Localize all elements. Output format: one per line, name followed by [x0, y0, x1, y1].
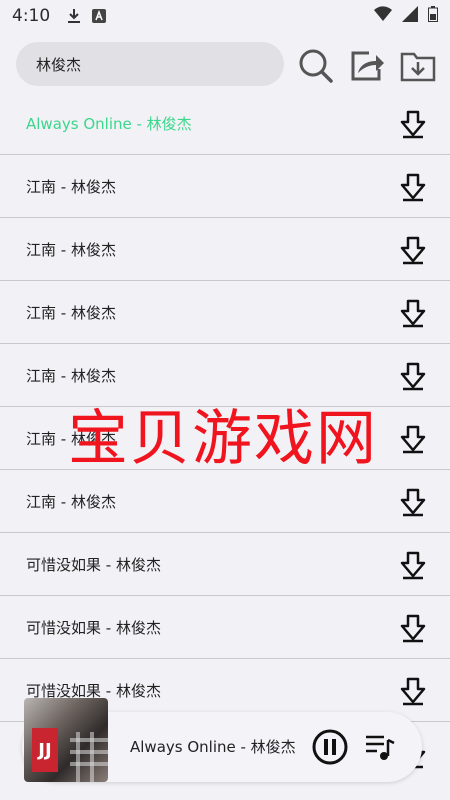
search-icon[interactable]	[296, 46, 336, 86]
download-icon[interactable]	[398, 172, 428, 202]
download-icon[interactable]	[398, 613, 428, 643]
song-title: 江南 - 林俊杰	[26, 177, 116, 196]
song-title: 江南 - 林俊杰	[26, 492, 116, 511]
pause-icon	[312, 729, 348, 765]
mini-player[interactable]: JJ Always Online - 林俊杰	[22, 698, 422, 782]
download-icon[interactable]	[398, 361, 428, 391]
song-title: 江南 - 林俊杰	[26, 303, 116, 322]
download-icon[interactable]	[398, 676, 428, 706]
download-icon	[66, 8, 82, 24]
song-row[interactable]: 可惜没如果 - 林俊杰	[0, 533, 450, 596]
song-row[interactable]: 江南 - 林俊杰	[0, 218, 450, 281]
song-title: 可惜没如果 - 林俊杰	[26, 555, 161, 574]
playlist-icon	[366, 735, 395, 760]
now-playing-title: Always Online - 林俊杰	[130, 738, 296, 756]
signal-icon	[402, 5, 418, 27]
status-bar: 4:10	[0, 0, 450, 32]
share-icon[interactable]	[347, 46, 387, 86]
song-title: Always Online - 林俊杰	[26, 114, 192, 133]
download-icon[interactable]	[398, 109, 428, 139]
song-row[interactable]: 江南 - 林俊杰	[0, 344, 450, 407]
song-row[interactable]: 可惜没如果 - 林俊杰	[0, 596, 450, 659]
album-cover-label: JJ	[32, 728, 58, 772]
song-title: 江南 - 林俊杰	[26, 240, 116, 259]
pause-button[interactable]	[312, 729, 348, 765]
song-list: Always Online - 林俊杰 江南 - 林俊杰 江南 - 林俊杰 江南…	[0, 92, 450, 785]
search-row: 林俊杰	[0, 42, 450, 88]
song-row[interactable]: Always Online - 林俊杰	[0, 92, 450, 155]
status-time: 4:10	[12, 6, 51, 26]
wifi-icon	[374, 5, 392, 27]
song-title: 可惜没如果 - 林俊杰	[26, 618, 161, 637]
song-row[interactable]: 江南 - 林俊杰	[0, 155, 450, 218]
album-cover[interactable]: JJ	[24, 698, 108, 782]
download-icon[interactable]	[398, 424, 428, 454]
playlist-button[interactable]	[362, 729, 398, 765]
search-input[interactable]: 林俊杰	[16, 42, 284, 86]
download-folder-icon[interactable]	[398, 46, 438, 86]
download-icon[interactable]	[398, 550, 428, 580]
download-icon[interactable]	[398, 487, 428, 517]
download-icon[interactable]	[398, 298, 428, 328]
download-icon[interactable]	[398, 235, 428, 265]
song-row[interactable]: 江南 - 林俊杰	[0, 470, 450, 533]
song-row[interactable]: 江南 - 林俊杰	[0, 281, 450, 344]
song-row[interactable]: 江南 - 林俊杰	[0, 407, 450, 470]
song-title: 江南 - 林俊杰	[26, 429, 116, 448]
a-icon	[92, 9, 107, 23]
search-input-value: 林俊杰	[36, 55, 82, 74]
battery-icon	[428, 5, 438, 27]
song-title: 江南 - 林俊杰	[26, 366, 116, 385]
